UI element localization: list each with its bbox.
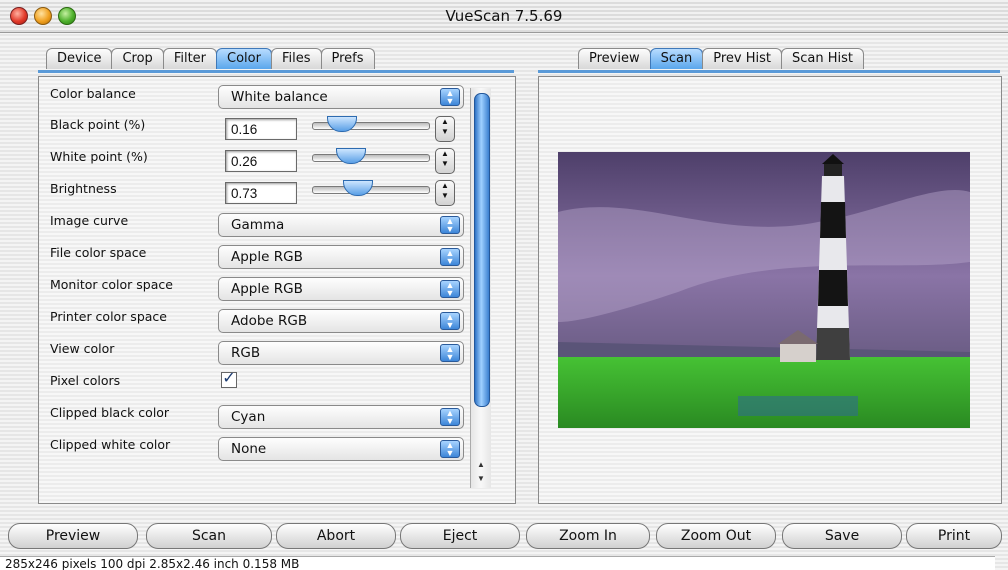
- file-color-space-popup[interactable]: Apple RGB ▲ ▼: [218, 245, 464, 269]
- tab-filter[interactable]: Filter: [162, 48, 218, 69]
- view-color-label: View color: [50, 341, 115, 356]
- monitor-color-space-label: Monitor color space: [50, 277, 173, 292]
- scroll-down-icon[interactable]: ▼: [474, 474, 488, 486]
- white-point-slider[interactable]: [312, 148, 430, 164]
- print-button[interactable]: Print: [906, 523, 1002, 549]
- grass: [558, 357, 970, 428]
- popup-arrows-icon: ▲ ▼: [440, 408, 460, 426]
- file-color-space-label: File color space: [50, 245, 147, 260]
- color-balance-popup[interactable]: White balance ▲ ▼: [218, 85, 464, 109]
- brightness-value: 0.73: [231, 186, 258, 201]
- popup-arrows-icon: ▲ ▼: [440, 88, 460, 106]
- black-point-value: 0.16: [231, 122, 258, 137]
- popup-arrows-icon: ▲ ▼: [440, 280, 460, 298]
- water-reflection: [738, 396, 858, 416]
- monitor-color-space-value: Apple RGB: [231, 281, 303, 297]
- view-color-value: RGB: [231, 345, 261, 361]
- scan-button[interactable]: Scan: [146, 523, 272, 549]
- brightness-field[interactable]: 0.73: [225, 182, 297, 204]
- checkmark-icon: ✓: [222, 370, 236, 387]
- tab-preview[interactable]: Preview: [578, 48, 651, 69]
- image-curve-popup[interactable]: Gamma ▲ ▼: [218, 213, 464, 237]
- white-point-stepper[interactable]: ▲ ▼: [435, 148, 455, 174]
- window-title: VueScan 7.5.69: [445, 7, 563, 25]
- zoom-out-button[interactable]: Zoom Out: [656, 523, 776, 549]
- save-button[interactable]: Save: [782, 523, 902, 549]
- left-tab-underline: [38, 70, 514, 73]
- tab-scan-hist[interactable]: Scan Hist: [780, 48, 864, 69]
- image-curve-value: Gamma: [231, 217, 285, 233]
- preview-button[interactable]: Preview: [8, 523, 138, 549]
- printer-color-space-popup[interactable]: Adobe RGB ▲ ▼: [218, 309, 464, 333]
- clipped-white-value: None: [231, 441, 267, 457]
- black-point-slider[interactable]: [312, 116, 430, 132]
- color-balance-label: Color balance: [50, 86, 136, 101]
- popup-arrows-icon: ▲ ▼: [440, 248, 460, 266]
- clipped-black-popup[interactable]: Cyan ▲ ▼: [218, 405, 464, 429]
- settings-scrollbar[interactable]: ▲ ▼: [470, 88, 491, 488]
- clipped-black-label: Clipped black color: [50, 405, 170, 420]
- popup-arrows-icon: ▲ ▼: [440, 312, 460, 330]
- white-point-label: White point (%): [50, 149, 148, 164]
- popup-arrows-icon: ▲ ▼: [440, 216, 460, 234]
- left-tab-bar: Device Crop Filter Color Files Prefs: [46, 48, 375, 70]
- printer-color-space-label: Printer color space: [50, 309, 167, 324]
- popup-arrows-icon: ▲ ▼: [440, 440, 460, 458]
- image-curve-label: Image curve: [50, 213, 129, 228]
- slider-thumb[interactable]: [327, 116, 357, 132]
- tab-files[interactable]: Files: [270, 48, 322, 69]
- right-tab-bar: Preview Scan Prev Hist Scan Hist: [578, 48, 864, 70]
- scanned-image: [558, 152, 970, 428]
- abort-button[interactable]: Abort: [276, 523, 396, 549]
- tab-color[interactable]: Color: [216, 48, 272, 69]
- white-point-field[interactable]: 0.26: [225, 150, 297, 172]
- tab-device[interactable]: Device: [46, 48, 113, 69]
- zoom-in-button[interactable]: Zoom In: [526, 523, 650, 549]
- pixel-colors-label: Pixel colors: [50, 373, 121, 388]
- monitor-color-space-popup[interactable]: Apple RGB ▲ ▼: [218, 277, 464, 301]
- pixel-colors-checkbox[interactable]: ✓: [221, 370, 237, 388]
- tab-prev-hist[interactable]: Prev Hist: [702, 48, 782, 69]
- clipped-black-value: Cyan: [231, 409, 266, 425]
- clipped-white-label: Clipped white color: [50, 437, 171, 452]
- popup-arrows-icon: ▲ ▼: [440, 344, 460, 362]
- slider-thumb[interactable]: [343, 180, 373, 196]
- printer-color-space-value: Adobe RGB: [231, 313, 308, 329]
- brightness-label: Brightness: [50, 181, 117, 196]
- black-point-field[interactable]: 0.16: [225, 118, 297, 140]
- status-bar: 285x246 pixels 100 dpi 2.85x2.46 inch 0.…: [0, 556, 995, 570]
- file-color-space-value: Apple RGB: [231, 249, 303, 265]
- title-bar: VueScan 7.5.69: [0, 0, 1008, 33]
- black-point-stepper[interactable]: ▲ ▼: [435, 116, 455, 142]
- tab-prefs[interactable]: Prefs: [320, 48, 375, 69]
- scrollbar-thumb[interactable]: [474, 93, 490, 407]
- view-color-popup[interactable]: RGB ▲ ▼: [218, 341, 464, 365]
- black-point-label: Black point (%): [50, 117, 146, 132]
- eject-button[interactable]: Eject: [400, 523, 520, 549]
- color-balance-value: White balance: [231, 89, 328, 105]
- scroll-up-icon[interactable]: ▲: [474, 460, 488, 472]
- brightness-stepper[interactable]: ▲ ▼: [435, 180, 455, 206]
- clipped-white-popup[interactable]: None ▲ ▼: [218, 437, 464, 461]
- white-point-value: 0.26: [231, 154, 258, 169]
- tab-crop[interactable]: Crop: [111, 48, 164, 69]
- right-tab-underline: [538, 70, 1000, 73]
- slider-thumb[interactable]: [336, 148, 366, 164]
- tab-scan[interactable]: Scan: [649, 48, 704, 69]
- brightness-slider[interactable]: [312, 180, 430, 196]
